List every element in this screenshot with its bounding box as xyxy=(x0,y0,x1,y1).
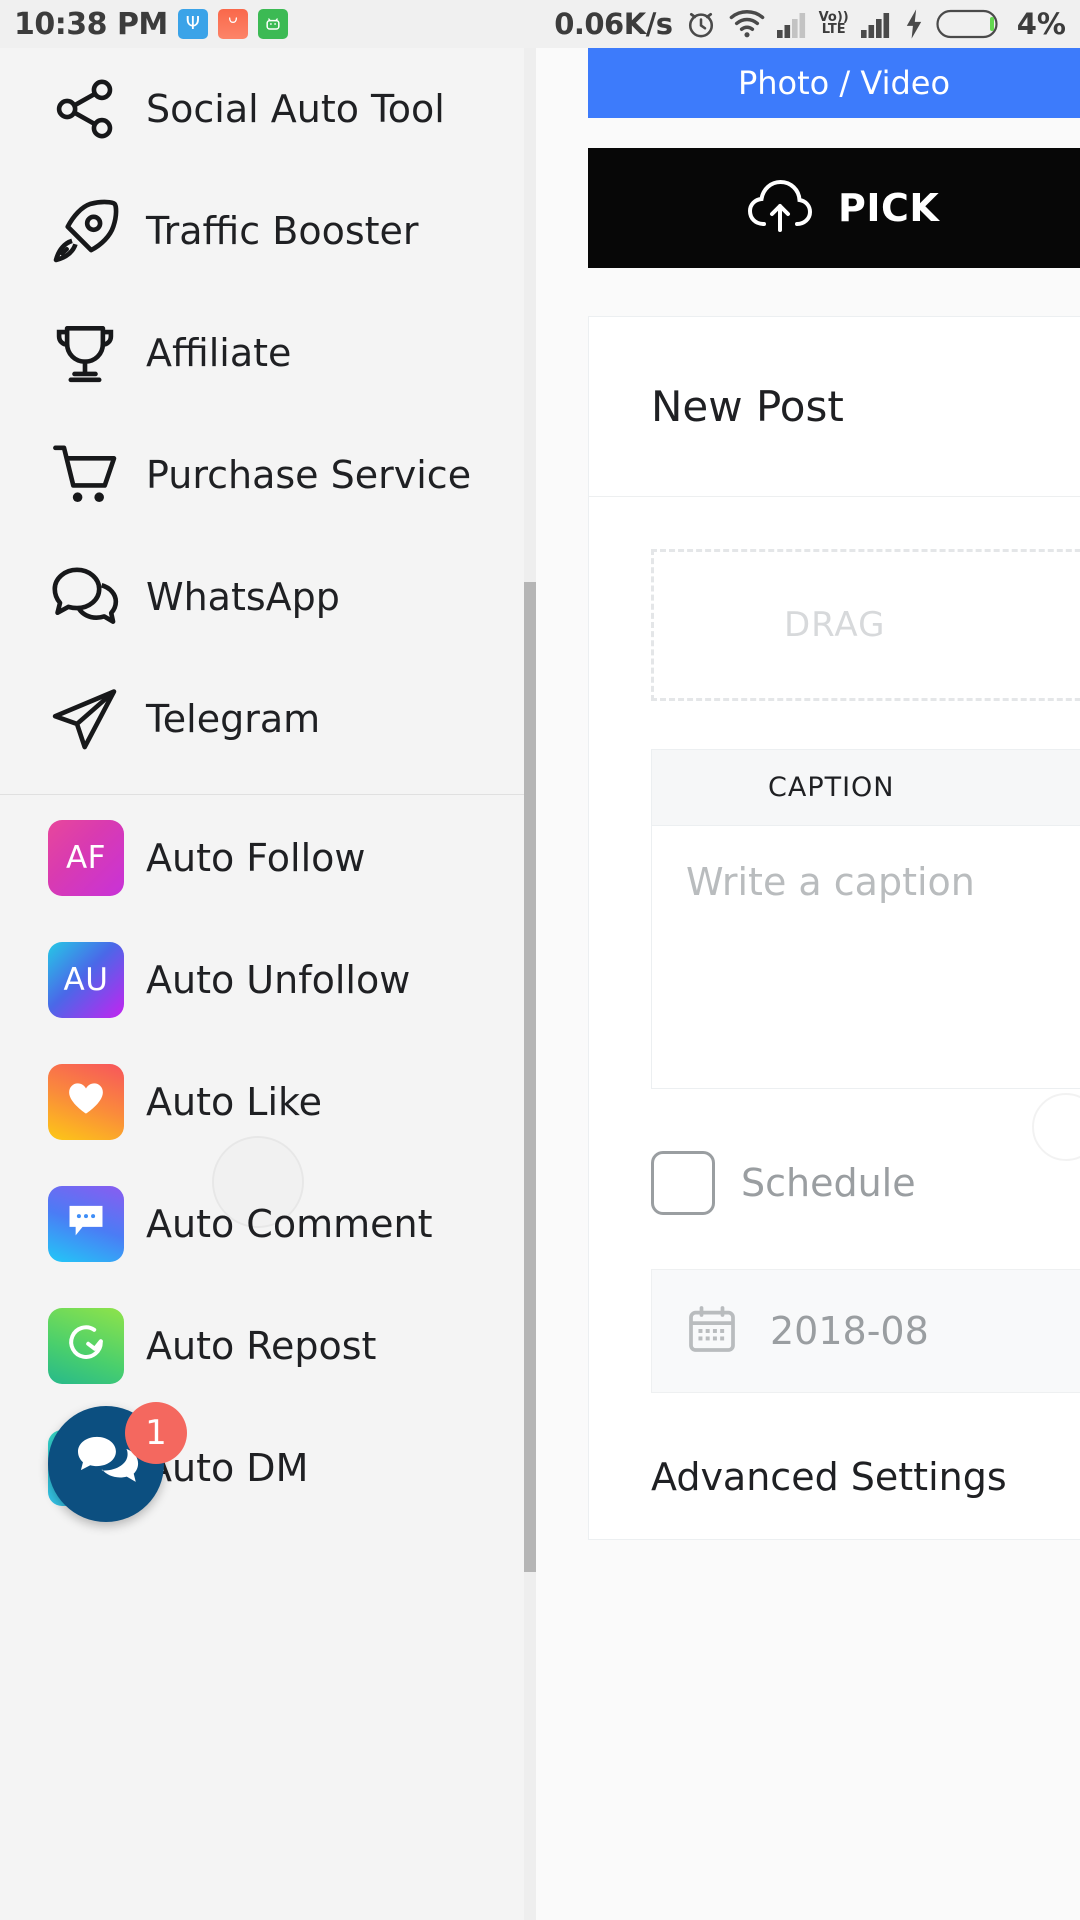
sidebar-item-label: WhatsApp xyxy=(146,575,340,619)
status-bar-right: 0.06K/s Vo)) LTE 4% xyxy=(554,7,1066,41)
signal-bars-icon xyxy=(776,9,808,39)
sidebar-item-label: Social Auto Tool xyxy=(146,87,445,131)
sidebar-item-auto-follow[interactable]: AF Auto Follow xyxy=(0,797,524,919)
tab-photo-video[interactable]: Photo / Video xyxy=(588,48,1080,118)
drawer-divider xyxy=(0,794,524,795)
sidebar-item-label: Auto Like xyxy=(146,1080,323,1124)
alarm-clock-icon xyxy=(684,7,718,41)
pick-media-button[interactable]: PICK xyxy=(588,148,1080,268)
new-post-panel: Photo / Video PICK New Post DRAG CAPTION… xyxy=(536,48,1080,1920)
volte-icon: Vo)) LTE xyxy=(819,11,849,37)
schedule-date-value: 2018-08 xyxy=(770,1309,929,1353)
sidebar-item-traffic-booster[interactable]: Traffic Booster xyxy=(0,170,524,292)
status-bar: 10:38 PM Ψ 0.06K/s Vo)) LTE 4% xyxy=(0,0,1080,48)
rocket-icon xyxy=(48,194,132,268)
pick-button-label: PICK xyxy=(838,186,940,230)
sidebar-item-label: Auto Repost xyxy=(146,1324,377,1368)
advanced-settings-label: Advanced Settings xyxy=(651,1455,1007,1499)
status-bar-clock: 10:38 PM xyxy=(14,6,168,42)
comment-tile xyxy=(48,1186,132,1262)
caption-section: CAPTION Write a caption xyxy=(651,749,1080,1089)
schedule-row[interactable]: Schedule xyxy=(651,1151,1080,1215)
shopping-bag-icon xyxy=(217,9,248,39)
trophy-icon xyxy=(48,316,132,390)
sidebar-item-telegram[interactable]: Telegram xyxy=(0,658,524,780)
advanced-settings-link[interactable]: Advanced Settings xyxy=(651,1455,1080,1539)
sidebar-item-affiliate[interactable]: Affiliate xyxy=(0,292,524,414)
sidebar-item-label: Auto Follow xyxy=(146,836,366,880)
sidebar-item-label: Affiliate xyxy=(146,331,292,375)
android-robot-icon xyxy=(257,9,288,39)
drag-zone-label: DRAG xyxy=(784,605,886,645)
chat-fab-badge: 1 xyxy=(125,1402,187,1464)
battery-percent-label: 4% xyxy=(1016,7,1066,41)
schedule-date-field[interactable]: 2018-08 xyxy=(651,1269,1080,1393)
share-nodes-icon xyxy=(48,72,132,146)
sidebar-item-social-auto-tool[interactable]: Social Auto Tool xyxy=(0,48,524,170)
heart-tile xyxy=(48,1064,132,1140)
signal-bars-icon-2 xyxy=(860,9,892,39)
chat-bubbles-icon xyxy=(48,560,132,634)
volte-bottom-label: LTE xyxy=(821,22,846,37)
comment-bubble-icon xyxy=(63,1197,109,1251)
wifi-icon xyxy=(729,9,765,39)
new-post-card: New Post DRAG CAPTION Write a caption Sc… xyxy=(588,316,1080,1540)
caption-placeholder: Write a caption xyxy=(686,860,975,904)
schedule-checkbox[interactable] xyxy=(651,1151,715,1215)
sidebar-item-purchase-service[interactable]: Purchase Service xyxy=(0,414,524,536)
sidebar-item-auto-unfollow[interactable]: AU Auto Unfollow xyxy=(0,919,524,1041)
schedule-label: Schedule xyxy=(741,1161,916,1205)
caption-header: CAPTION xyxy=(652,750,1080,826)
status-bar-left: 10:38 PM Ψ xyxy=(14,7,288,42)
sidebar-item-label: Auto Unfollow xyxy=(146,958,411,1002)
drawer-scrollbar-thumb[interactable] xyxy=(524,582,536,1572)
page-title: New Post xyxy=(589,317,1080,497)
drawer-scroll-content: g Social Auto Tool xyxy=(0,48,524,1529)
auto-unfollow-tile: AU xyxy=(48,942,132,1018)
calendar-icon xyxy=(684,1301,740,1361)
heart-icon xyxy=(64,1076,108,1128)
shopping-cart-icon xyxy=(48,438,132,512)
touch-ripple-drawer xyxy=(212,1136,304,1228)
screen-root: Photo / Video PICK New Post DRAG CAPTION… xyxy=(0,0,1080,1920)
battery-icon xyxy=(936,7,1004,41)
tab-photo-video-label: Photo / Video xyxy=(737,64,951,102)
sidebar-item-auto-repost[interactable]: Auto Repost xyxy=(0,1285,524,1407)
caption-input[interactable]: Write a caption xyxy=(652,826,1080,1088)
sidebar-item-whatsapp[interactable]: WhatsApp xyxy=(0,536,524,658)
auto-follow-badge: AF xyxy=(48,820,124,896)
repost-tile xyxy=(48,1308,132,1384)
sidebar-item-label: Purchase Service xyxy=(146,453,472,497)
sidebar-item-label: Traffic Booster xyxy=(146,209,419,253)
auto-unfollow-badge: AU xyxy=(48,942,124,1018)
paper-plane-icon xyxy=(48,682,132,756)
usb-icon: Ψ xyxy=(177,9,208,39)
sidebar-item-label: Telegram xyxy=(146,697,321,741)
auto-follow-tile: AF xyxy=(48,820,132,896)
network-speed-label: 0.06K/s xyxy=(554,7,673,41)
charging-bolt-icon xyxy=(903,8,925,40)
repost-arrow-icon xyxy=(62,1318,110,1374)
drag-drop-zone[interactable]: DRAG xyxy=(651,549,1080,701)
cloud-upload-icon xyxy=(747,179,813,236)
navigation-drawer: g Social Auto Tool xyxy=(0,48,524,1920)
